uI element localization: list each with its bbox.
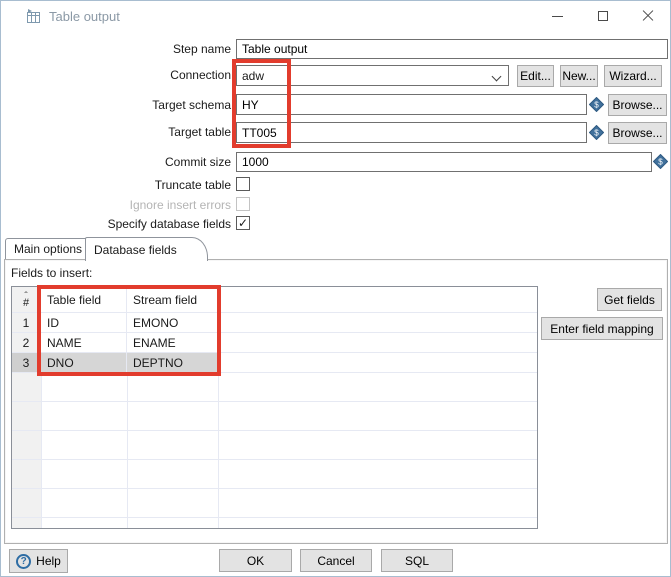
window-title: Table output	[49, 9, 120, 24]
sql-button[interactable]: SQL	[381, 549, 453, 572]
stream-field-cell[interactable]: DEPTNO	[127, 353, 218, 373]
specify-database-fields-checkbox[interactable]: ✓	[236, 216, 250, 230]
wizard-connection-button[interactable]: Wizard...	[604, 65, 662, 87]
chevron-down-icon	[492, 72, 502, 82]
close-button[interactable]	[625, 1, 670, 31]
target-schema-label: Target schema	[1, 98, 231, 112]
stream-field-cell[interactable]: EMONO	[127, 313, 218, 333]
svg-text:$: $	[594, 101, 599, 110]
minimize-icon	[552, 16, 563, 17]
ignore-insert-errors-label: Ignore insert errors	[1, 198, 231, 212]
cancel-button[interactable]: Cancel	[300, 549, 372, 572]
fields-table-header: ˆ # Table field Stream field	[12, 287, 537, 313]
ok-button[interactable]: OK	[219, 549, 292, 572]
table-field-cell[interactable]: ID	[41, 313, 127, 333]
fields-to-insert-caption: Fields to insert:	[11, 266, 92, 280]
target-table-value: TT005	[242, 126, 277, 140]
step-name-label: Step name	[1, 42, 231, 56]
table-output-step-icon	[26, 9, 41, 24]
browse-schema-button[interactable]: Browse...	[608, 94, 667, 116]
tab-database-fields[interactable]: Database fields	[85, 237, 208, 261]
titlebar: Table output	[1, 1, 670, 31]
edit-connection-button[interactable]: Edit...	[517, 65, 554, 87]
target-table-label: Target table	[1, 125, 231, 139]
step-name-value: Table output	[242, 42, 307, 56]
help-icon: ?	[16, 554, 31, 569]
check-icon: ✓	[238, 217, 248, 229]
empty-table-rows	[12, 373, 537, 528]
svg-text:$: $	[594, 129, 599, 138]
step-name-input[interactable]: Table output	[236, 39, 668, 59]
commit-size-label: Commit size	[1, 155, 231, 169]
close-icon	[642, 10, 654, 22]
truncate-table-checkbox[interactable]	[236, 177, 250, 191]
commit-size-value: 1000	[242, 155, 269, 169]
get-fields-button[interactable]: Get fields	[597, 288, 662, 311]
browse-table-button[interactable]: Browse...	[608, 122, 667, 144]
target-schema-input[interactable]: HY	[236, 94, 587, 115]
help-button[interactable]: ? Help	[9, 549, 68, 573]
target-schema-value: HY	[242, 98, 259, 112]
minimize-button[interactable]	[535, 1, 580, 31]
commit-size-input[interactable]: 1000	[236, 152, 652, 172]
variable-icon: $	[589, 97, 604, 112]
table-field-cell[interactable]: NAME	[41, 333, 127, 353]
table-field-column-header[interactable]: Table field	[41, 287, 127, 313]
table-output-dialog: Table output Step name Table output Conn…	[0, 0, 671, 577]
table-row[interactable]: 2 NAME ENAME	[12, 333, 537, 353]
maximize-icon	[598, 11, 608, 21]
target-table-input[interactable]: TT005	[236, 122, 587, 143]
new-connection-button[interactable]: New...	[560, 65, 598, 87]
svg-text:$: $	[658, 158, 663, 167]
stream-field-cell[interactable]: ENAME	[127, 333, 218, 353]
connection-label: Connection	[1, 68, 231, 82]
fields-table[interactable]: ˆ # Table field Stream field 1 ID EMONO …	[11, 286, 538, 529]
connection-select[interactable]: adw	[236, 65, 509, 86]
stream-field-column-header[interactable]: Stream field	[127, 287, 218, 313]
ignore-insert-errors-checkbox	[236, 197, 250, 211]
maximize-button[interactable]	[580, 1, 625, 31]
tab-main-options[interactable]: Main options	[5, 238, 91, 259]
table-field-cell[interactable]: DNO	[41, 353, 127, 373]
table-row-selected[interactable]: 3 DNO DEPTNO	[12, 353, 537, 373]
table-row[interactable]: 1 ID EMONO	[12, 313, 537, 333]
variable-icon: $	[653, 154, 668, 169]
variable-icon: $	[589, 125, 604, 140]
specify-database-fields-label: Specify database fields	[1, 217, 231, 231]
truncate-table-label: Truncate table	[1, 178, 231, 192]
connection-value: adw	[242, 69, 264, 83]
enter-field-mapping-button[interactable]: Enter field mapping	[541, 317, 663, 340]
help-label: Help	[36, 554, 61, 568]
hash-column-header[interactable]: ˆ #	[12, 287, 41, 313]
